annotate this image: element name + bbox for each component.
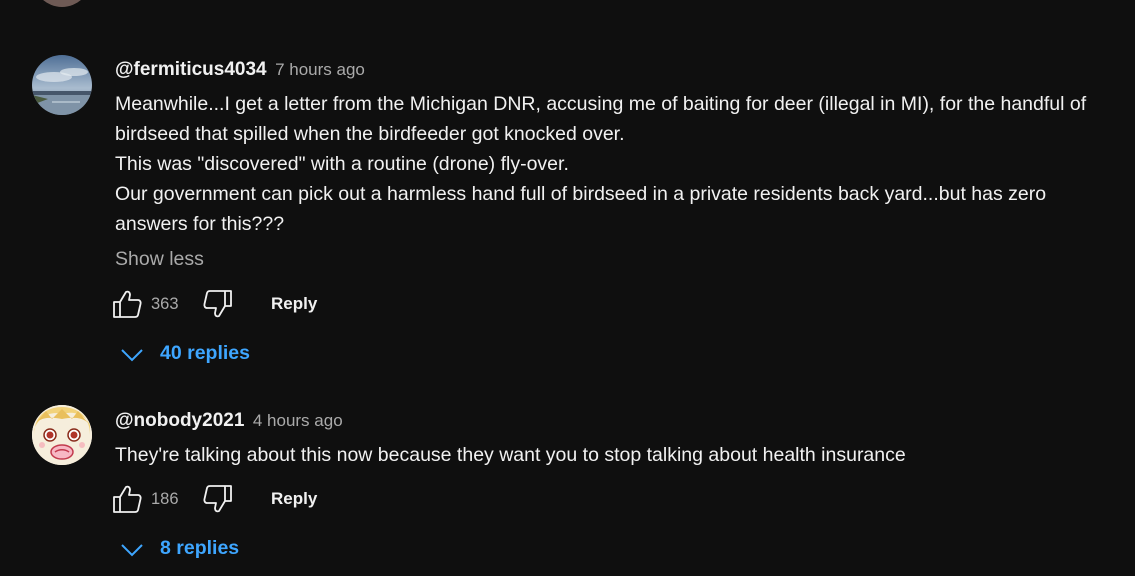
thumbs-up-icon[interactable] xyxy=(111,483,143,515)
comment-text: They're talking about this now because t… xyxy=(115,440,1105,470)
chevron-down-icon xyxy=(121,544,143,557)
chevron-down-icon xyxy=(121,349,143,362)
replies-count-label: 40 replies xyxy=(160,342,250,364)
timestamp[interactable]: 4 hours ago xyxy=(253,411,343,430)
view-replies-button[interactable]: 8 replies xyxy=(118,535,318,565)
view-replies-button[interactable]: 40 replies xyxy=(118,340,318,370)
comment-header: @nobody2021 4 hours ago xyxy=(115,410,343,432)
comment-paragraph: Meanwhile...I get a letter from the Mich… xyxy=(115,93,1087,145)
comment-paragraph: They're talking about this now because t… xyxy=(115,444,906,466)
like-count: 363 xyxy=(151,295,179,313)
comment-paragraph: Our government can pick out a harmless h… xyxy=(115,183,1047,235)
comments-section: @fermiticus4034 7 hours ago Meanwhile...… xyxy=(0,0,1135,576)
anime-avatar-icon xyxy=(32,405,92,465)
thumbs-up-icon[interactable] xyxy=(111,288,143,320)
comment-paragraph: This was "discovered" with a routine (dr… xyxy=(115,153,569,175)
timestamp[interactable]: 7 hours ago xyxy=(275,60,365,79)
reply-button[interactable]: Reply xyxy=(271,489,317,509)
like-count: 186 xyxy=(151,490,179,508)
author-name[interactable]: @fermiticus4034 xyxy=(115,59,267,80)
reply-button[interactable]: Reply xyxy=(271,294,317,314)
avatar[interactable] xyxy=(32,55,92,115)
comment-header: @fermiticus4034 7 hours ago xyxy=(115,59,365,81)
show-less-button[interactable]: Show less xyxy=(115,248,204,271)
replies-count-label: 8 replies xyxy=(160,537,240,559)
comment-actions: 186 Reply xyxy=(111,483,411,519)
author-name[interactable]: @nobody2021 xyxy=(115,410,244,431)
thumbs-down-icon[interactable] xyxy=(202,483,234,515)
comment-text: Meanwhile...I get a letter from the Mich… xyxy=(115,89,1105,239)
avatar[interactable] xyxy=(32,405,92,465)
thumbs-down-icon[interactable] xyxy=(202,288,234,320)
landscape-avatar-icon xyxy=(32,55,92,115)
comment-actions: 363 Reply xyxy=(111,288,411,324)
previous-comment-avatar[interactable] xyxy=(33,0,91,7)
